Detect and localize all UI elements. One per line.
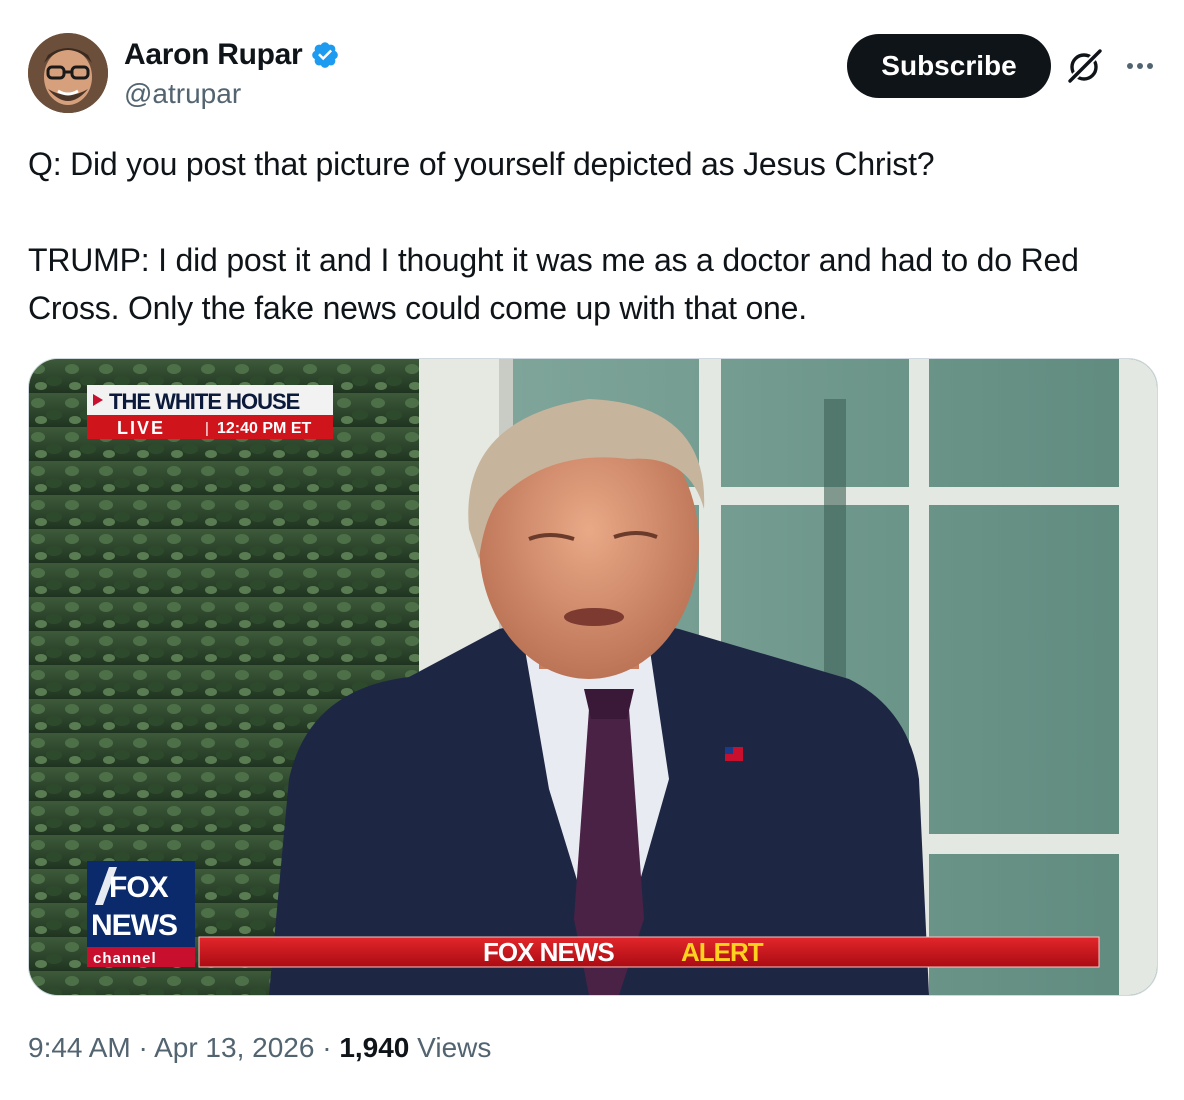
views-label: Views: [417, 1032, 492, 1063]
avatar[interactable]: [28, 33, 108, 113]
fox-news-logo: FOX NEWS channel: [87, 861, 195, 967]
more-options-icon[interactable]: [1122, 52, 1158, 80]
video-frame: THE WHITE HOUSE LIVE | 12:40 PM ET FOX N…: [29, 359, 1157, 995]
svg-text:channel: channel: [93, 950, 157, 967]
location-label: THE WHITE HOUSE: [109, 389, 300, 414]
tweet-text: Q: Did you post that picture of yourself…: [28, 140, 1148, 332]
separator: ·: [322, 1032, 332, 1063]
tweet-time[interactable]: 9:44 AM: [28, 1032, 131, 1063]
grok-icon[interactable]: [1064, 46, 1104, 86]
tweet-media[interactable]: THE WHITE HOUSE LIVE | 12:40 PM ET FOX N…: [28, 358, 1158, 996]
avatar-image: [28, 33, 108, 113]
alert-prefix: FOX NEWS: [483, 937, 614, 967]
svg-text:FOX: FOX: [109, 871, 169, 904]
verified-badge-icon[interactable]: [310, 40, 340, 70]
tweet-date[interactable]: Apr 13, 2026: [154, 1032, 314, 1063]
tweet-question: Q: Did you post that picture of yourself…: [28, 146, 935, 182]
separator: ·: [138, 1032, 148, 1063]
tweet-timestamp: 9:44 AM · Apr 13, 2026 · 1,940 Views: [28, 1032, 491, 1064]
views-count[interactable]: 1,940: [339, 1032, 409, 1063]
time-label: 12:40 PM ET: [217, 420, 311, 437]
author-name[interactable]: Aaron Rupar: [124, 38, 303, 72]
alert-word: ALERT: [681, 937, 764, 967]
author-name-row[interactable]: Aaron Rupar: [124, 38, 340, 72]
author-handle[interactable]: @atrupar: [124, 78, 241, 110]
tweet-answer: TRUMP: I did post it and I thought it wa…: [28, 242, 1079, 326]
svg-text:|: |: [205, 420, 209, 437]
svg-text:NEWS: NEWS: [91, 909, 177, 942]
subscribe-button[interactable]: Subscribe: [847, 34, 1051, 98]
live-label: LIVE: [117, 418, 165, 438]
